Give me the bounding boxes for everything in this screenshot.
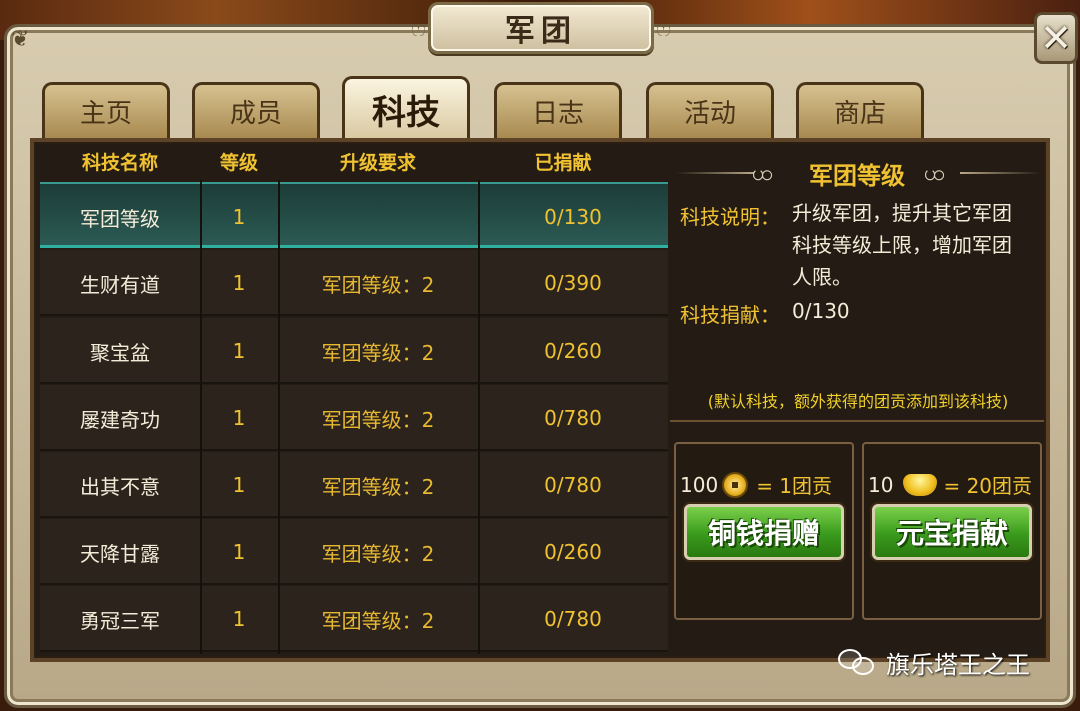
desc-line: 升级军团，提升其它军团 bbox=[792, 201, 1012, 225]
table-row[interactable]: 屡建奇功 1 军团等级：2 0/780 bbox=[40, 385, 668, 451]
tech-requirement: 军团等级：2 bbox=[321, 541, 435, 566]
column-divider bbox=[278, 180, 280, 654]
copper-donate-label: 铜钱捐赠 bbox=[707, 517, 820, 550]
tab-shop[interactable]: 商店 bbox=[796, 82, 924, 138]
copper-amount: 100 bbox=[680, 472, 719, 497]
tab-label: 成员 bbox=[229, 99, 282, 129]
ingot-amount: 10 bbox=[868, 472, 894, 497]
tab-members[interactable]: 成员 bbox=[192, 82, 320, 138]
tech-donated: 0/260 bbox=[544, 540, 602, 564]
ingot-donate-label: 元宝捐献 bbox=[895, 517, 1008, 550]
tab-label: 商店 bbox=[833, 99, 886, 129]
ingot-rate-text: = 20团贡 bbox=[943, 474, 1033, 498]
tech-requirement: 军团等级：2 bbox=[321, 272, 435, 297]
window-title-plate: ෆ 军团 ෆ bbox=[411, 2, 671, 54]
tech-level: 1 bbox=[232, 271, 246, 295]
tech-requirement: 军团等级：2 bbox=[321, 474, 435, 499]
tech-donated: 0/390 bbox=[544, 271, 602, 295]
copper-rate: 100 = 1团贡 bbox=[680, 470, 832, 499]
copper-rate-text: = 1团贡 bbox=[756, 474, 833, 498]
tech-table: 科技名称 等级 升级要求 已捐献 军团等级 1 0/130 生财有道 1 军团等… bbox=[40, 142, 668, 654]
table-row[interactable]: 出其不意 1 军团等级：2 0/780 bbox=[40, 452, 668, 518]
donation-label: 科技捐献： bbox=[680, 303, 780, 327]
tab-label: 活动 bbox=[683, 99, 736, 129]
tech-donated: 0/780 bbox=[544, 406, 602, 430]
tech-level: 1 bbox=[232, 540, 246, 564]
tech-name: 勇冠三军 bbox=[80, 608, 160, 633]
detail-divider bbox=[670, 420, 1044, 422]
header-tech-name: 科技名称 bbox=[81, 152, 158, 174]
table-row[interactable]: 生财有道 1 军团等级：2 0/390 bbox=[40, 250, 668, 316]
tab-label: 日志 bbox=[531, 99, 584, 129]
swirl-right-icon: ꩤ bbox=[924, 161, 946, 186]
desc-label: 科技说明： bbox=[680, 205, 780, 229]
title-divider-right bbox=[960, 172, 1040, 174]
tech-level: 1 bbox=[232, 339, 246, 363]
window-title: 军团 bbox=[505, 14, 577, 49]
tech-requirement: 军团等级：2 bbox=[321, 608, 435, 633]
tech-donated: 0/780 bbox=[544, 607, 602, 631]
desc-line: 科技等级上限，增加军团 bbox=[792, 233, 1012, 257]
tech-name: 军团等级 bbox=[80, 206, 160, 231]
tab-label: 科技 bbox=[372, 93, 440, 133]
watermark: 旗乐塔王之王 bbox=[838, 642, 1030, 682]
tech-name: 生财有道 bbox=[80, 272, 160, 297]
header-donated: 已捐献 bbox=[534, 152, 592, 174]
watermark-text: 旗乐塔王之王 bbox=[886, 650, 1030, 679]
tab-activity[interactable]: 活动 bbox=[646, 82, 774, 138]
table-row[interactable]: 军团等级 1 0/130 bbox=[40, 182, 668, 248]
gold-ingot-icon bbox=[903, 473, 938, 496]
tech-name: 屡建奇功 bbox=[80, 407, 160, 432]
tech-donated: 0/260 bbox=[544, 339, 602, 363]
close-button[interactable]: ✕ bbox=[1034, 12, 1078, 64]
default-tech-note: (默认科技，额外获得的团贡添加到该科技) bbox=[707, 392, 1009, 411]
wechat-icon bbox=[838, 647, 878, 677]
tech-donated: 0/130 bbox=[544, 205, 602, 229]
tech-requirement: 军团等级：2 bbox=[321, 340, 435, 365]
donation-value: 0/130 bbox=[792, 299, 850, 323]
header-requirement: 升级要求 bbox=[339, 152, 416, 174]
column-divider bbox=[200, 180, 202, 654]
tech-requirement bbox=[278, 184, 478, 250]
tech-level: 1 bbox=[232, 473, 246, 497]
table-row[interactable]: 勇冠三军 1 军团等级：2 0/780 bbox=[40, 586, 668, 652]
tab-home[interactable]: 主页 bbox=[42, 82, 170, 138]
tech-level: 1 bbox=[232, 406, 246, 430]
tech-level: 1 bbox=[232, 607, 246, 631]
copper-coin-icon bbox=[722, 471, 749, 498]
tab-technology[interactable]: 科技 bbox=[342, 76, 470, 140]
tech-requirement: 军团等级：2 bbox=[321, 407, 435, 432]
close-icon: ✕ bbox=[1040, 16, 1072, 60]
tech-level: 1 bbox=[232, 205, 246, 229]
column-divider bbox=[478, 180, 480, 654]
table-row[interactable]: 聚宝盆 1 军团等级：2 0/260 bbox=[40, 318, 668, 384]
ingot-rate: 10 = 20团贡 bbox=[868, 470, 1032, 499]
copper-donate-button[interactable]: 铜钱捐赠 bbox=[684, 504, 844, 560]
tech-name: 出其不意 bbox=[80, 474, 160, 499]
desc-line: 人限。 bbox=[792, 265, 852, 289]
tab-log[interactable]: 日志 bbox=[494, 82, 622, 138]
tech-name: 天降甘露 bbox=[80, 541, 160, 566]
tech-donated: 0/780 bbox=[544, 473, 602, 497]
title-swirl-left-icon: ෆ bbox=[411, 17, 426, 42]
tech-name: 聚宝盆 bbox=[90, 340, 150, 365]
tab-label: 主页 bbox=[79, 99, 132, 129]
table-row[interactable]: 天降甘露 1 军团等级：2 0/260 bbox=[40, 519, 668, 585]
header-level: 等级 bbox=[219, 152, 258, 174]
table-header: 科技名称 等级 升级要求 已捐献 bbox=[40, 142, 668, 180]
corner-ornament-icon: ❦ bbox=[11, 27, 30, 52]
title-swirl-right-icon: ෆ bbox=[656, 17, 671, 42]
ingot-donate-button[interactable]: 元宝捐献 bbox=[872, 504, 1032, 560]
